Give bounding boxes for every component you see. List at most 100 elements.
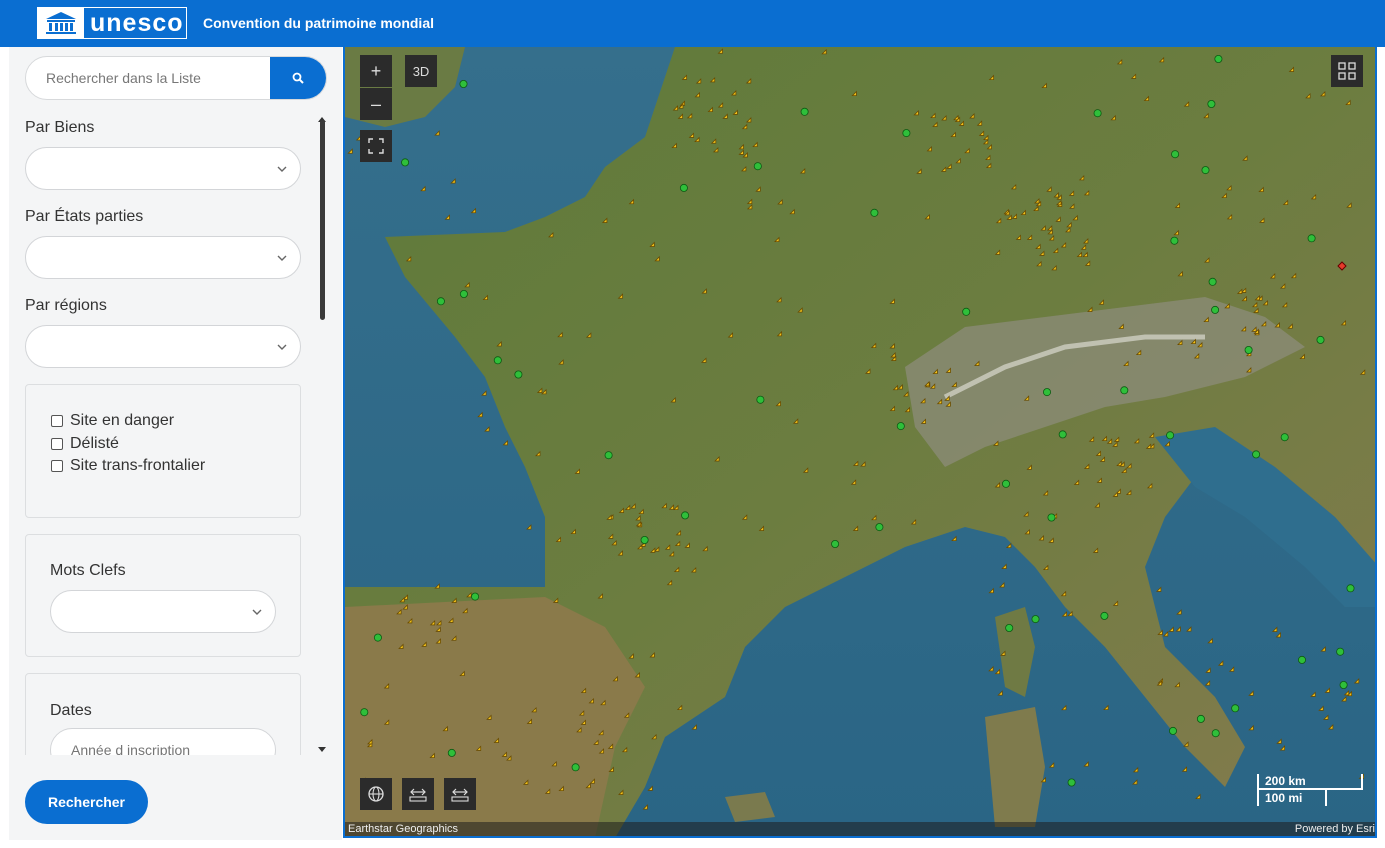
cultural-site-marker[interactable] — [628, 653, 634, 659]
cultural-site-marker[interactable] — [1135, 349, 1142, 356]
cultural-site-marker[interactable] — [982, 138, 989, 145]
cultural-site-marker[interactable] — [448, 617, 454, 623]
natural-site-marker[interactable] — [753, 162, 762, 171]
cultural-site-marker[interactable] — [444, 214, 450, 220]
cultural-site-marker[interactable] — [1101, 435, 1108, 442]
cultural-site-marker[interactable] — [776, 330, 783, 337]
cultural-site-marker[interactable] — [707, 106, 713, 113]
cultural-site-marker[interactable] — [347, 148, 353, 154]
cultural-site-marker[interactable] — [1026, 464, 1032, 470]
cultural-site-marker[interactable] — [924, 213, 930, 220]
cultural-site-marker[interactable] — [1042, 564, 1049, 571]
cultural-site-marker[interactable] — [850, 479, 857, 485]
cultural-site-marker[interactable] — [436, 619, 442, 626]
cultural-site-marker[interactable] — [1359, 369, 1366, 375]
natural-site-marker[interactable] — [1298, 655, 1307, 664]
cultural-site-marker[interactable] — [1253, 307, 1259, 313]
cultural-site-marker[interactable] — [978, 130, 985, 136]
cultural-site-marker[interactable] — [860, 461, 866, 467]
cultural-site-marker[interactable] — [666, 579, 673, 586]
cultural-site-marker[interactable] — [1320, 646, 1326, 652]
natural-site-marker[interactable] — [1316, 335, 1325, 344]
cultural-site-marker[interactable] — [501, 751, 507, 757]
cultural-site-marker[interactable] — [1324, 687, 1330, 693]
danger-site-marker[interactable] — [1337, 261, 1347, 271]
cultural-site-marker[interactable] — [701, 357, 707, 363]
cultural-site-marker[interactable] — [1130, 73, 1137, 79]
cultural-site-marker[interactable] — [1197, 341, 1203, 348]
cultural-site-marker[interactable] — [1353, 678, 1360, 684]
cultural-site-marker[interactable] — [649, 652, 655, 658]
cultural-site-marker[interactable] — [1133, 437, 1140, 444]
cultural-site-marker[interactable] — [695, 78, 702, 84]
cultural-site-marker[interactable] — [1001, 563, 1007, 569]
scrollbar-thumb[interactable] — [320, 120, 325, 320]
cultural-site-marker[interactable] — [607, 533, 614, 539]
cultural-site-marker[interactable] — [710, 138, 717, 144]
cultural-site-marker[interactable] — [694, 136, 700, 143]
cultural-site-marker[interactable] — [932, 121, 938, 127]
cultural-site-marker[interactable] — [1145, 443, 1152, 449]
natural-site-marker[interactable] — [1093, 109, 1102, 118]
cultural-site-marker[interactable] — [558, 785, 564, 792]
cultural-site-marker[interactable] — [526, 718, 533, 724]
cultural-site-marker[interactable] — [722, 113, 728, 119]
cultural-site-marker[interactable] — [1183, 101, 1190, 107]
cultural-site-marker[interactable] — [691, 724, 697, 730]
cultural-site-marker[interactable] — [600, 699, 606, 706]
cultural-site-marker[interactable] — [1318, 705, 1324, 711]
cultural-site-marker[interactable] — [642, 804, 648, 810]
cultural-site-marker[interactable] — [536, 387, 543, 393]
cultural-site-marker[interactable] — [1035, 243, 1041, 250]
cultural-site-marker[interactable] — [690, 567, 697, 573]
cultural-site-marker[interactable] — [941, 115, 947, 121]
cultural-site-marker[interactable] — [506, 755, 512, 761]
cultural-site-marker[interactable] — [651, 733, 657, 740]
cultural-site-marker[interactable] — [618, 789, 624, 795]
cultural-site-marker[interactable] — [1078, 174, 1085, 181]
cultural-site-marker[interactable] — [936, 398, 943, 405]
cultural-site-marker[interactable] — [684, 542, 690, 548]
cultural-site-marker[interactable] — [929, 383, 936, 389]
cultural-site-marker[interactable] — [1240, 325, 1247, 332]
cultural-site-marker[interactable] — [1226, 184, 1232, 191]
natural-site-marker[interactable] — [896, 422, 905, 431]
cultural-site-marker[interactable] — [677, 113, 684, 119]
cultural-site-marker[interactable] — [988, 587, 994, 594]
cultural-site-marker[interactable] — [398, 643, 404, 649]
cultural-site-marker[interactable] — [1203, 112, 1209, 119]
cultural-site-marker[interactable] — [913, 109, 919, 116]
cultural-site-marker[interactable] — [727, 332, 734, 338]
cultural-site-marker[interactable] — [653, 546, 660, 552]
cultural-site-marker[interactable] — [451, 635, 457, 641]
natural-site-marker[interactable] — [514, 370, 523, 379]
cultural-site-marker[interactable] — [865, 368, 871, 374]
cultural-site-marker[interactable] — [1056, 199, 1062, 206]
cultural-site-marker[interactable] — [993, 440, 999, 446]
cultural-site-marker[interactable] — [1275, 632, 1281, 638]
cultural-site-marker[interactable] — [1245, 367, 1252, 373]
natural-site-marker[interactable] — [1002, 479, 1011, 488]
cultural-site-marker[interactable] — [635, 515, 641, 521]
cultural-site-marker[interactable] — [1176, 609, 1182, 615]
cultural-site-marker[interactable] — [1204, 680, 1211, 686]
cultural-site-marker[interactable] — [999, 582, 1005, 588]
checkbox-deliste[interactable]: Délisté — [51, 435, 119, 453]
cultural-site-marker[interactable] — [1205, 667, 1211, 673]
cultural-site-marker[interactable] — [1251, 326, 1257, 332]
cultural-site-marker[interactable] — [675, 529, 682, 536]
cultural-site-marker[interactable] — [671, 142, 677, 149]
cultural-site-marker[interactable] — [1241, 295, 1247, 302]
cultural-site-marker[interactable] — [714, 456, 720, 462]
cultural-site-marker[interactable] — [557, 331, 563, 338]
cultural-site-marker[interactable] — [552, 597, 559, 603]
cultural-site-marker[interactable] — [995, 217, 1002, 224]
natural-site-marker[interactable] — [1252, 450, 1261, 459]
globe-button[interactable] — [360, 778, 392, 810]
cultural-site-marker[interactable] — [1173, 229, 1179, 236]
cultural-site-marker[interactable] — [1121, 467, 1127, 474]
cultural-site-marker[interactable] — [1084, 260, 1091, 266]
cultural-site-marker[interactable] — [745, 78, 752, 84]
cultural-site-marker[interactable] — [1073, 479, 1080, 485]
cultural-site-marker[interactable] — [654, 255, 660, 262]
